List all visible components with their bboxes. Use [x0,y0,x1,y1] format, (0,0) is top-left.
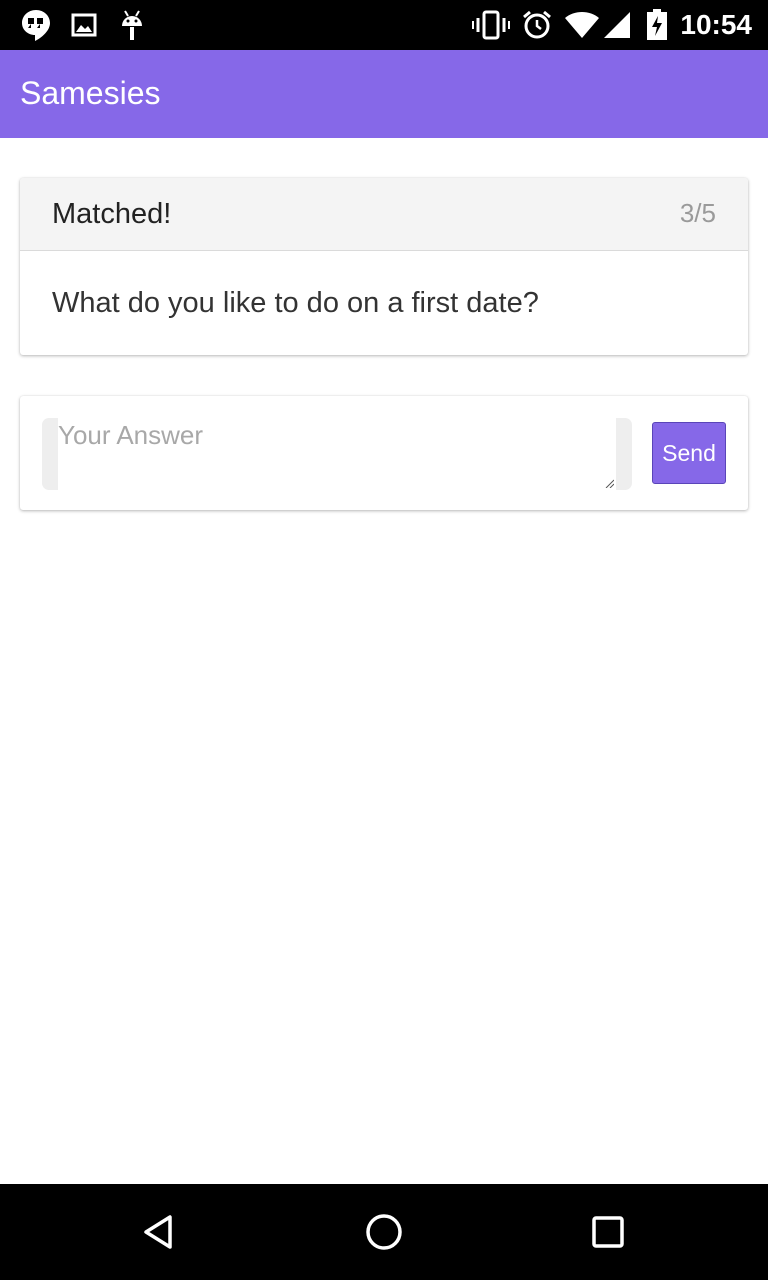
answer-input[interactable] [58,418,616,490]
app-title: Samesies [20,75,161,111]
navigation-bar [0,1184,768,1280]
answer-field-wrapper [42,418,632,490]
question-card-header: Matched! 3/5 [20,178,748,251]
android-icon [118,9,146,41]
back-icon[interactable] [136,1208,184,1256]
app-bar: Samesies [0,50,768,138]
wifi-icon [564,9,600,41]
send-button[interactable]: Send [652,422,726,484]
signal-icon [602,9,632,41]
status-bar: 10:54 [0,0,768,50]
match-status-title: Matched! [52,198,172,230]
battery-icon [645,9,669,41]
home-icon[interactable] [360,1208,408,1256]
hangouts-icon [20,9,52,41]
image-icon [70,9,98,41]
question-text: What do you like to do on a first date? [52,287,539,319]
answer-card: Send [20,396,748,510]
alarm-icon [520,9,554,41]
recents-icon[interactable] [584,1208,632,1256]
resize-grip-icon[interactable] [604,478,614,488]
question-card: Matched! 3/5 What do you like to do on a… [20,178,748,355]
status-time: 10:54 [680,9,752,40]
question-progress-count: 3/5 [679,198,716,228]
vibrate-icon [472,9,510,41]
